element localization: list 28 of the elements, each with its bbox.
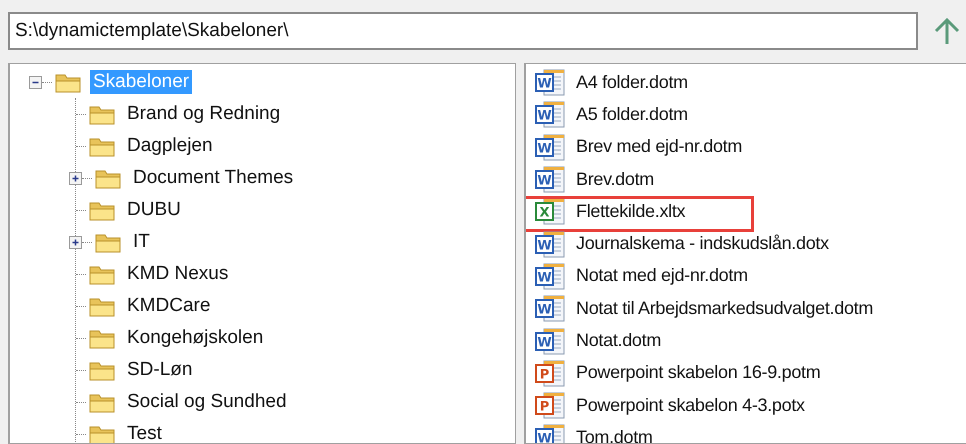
tree-item[interactable]: SD-Løn	[124, 358, 196, 382]
file-name[interactable]: Powerpoint skabelon 4-3.potx	[576, 394, 805, 416]
tree-item[interactable]: KMD Nexus	[124, 262, 232, 286]
tree-item[interactable]: DUBU	[124, 198, 184, 222]
file-name[interactable]: Brev.dotm	[576, 168, 654, 190]
collapse-icon[interactable]	[29, 76, 42, 88]
file-name[interactable]: Journalskema - indskudslån.dotx	[576, 233, 829, 254]
tree-item[interactable]: Dagplejen	[124, 134, 216, 158]
file-name[interactable]: Brev med ejd-nr.dotm	[576, 136, 742, 158]
expand-icon[interactable]	[69, 172, 82, 184]
tree-item[interactable]: Test	[124, 422, 165, 443]
file-name[interactable]: Powerpoint skabelon 16-9.potm	[576, 362, 820, 384]
tree-item[interactable]: Document Themes	[130, 166, 296, 190]
path-field[interactable]: S:\dynamictemplate\Skabeloner\	[8, 12, 918, 50]
tree-item[interactable]: IT	[130, 230, 153, 254]
file-name[interactable]: Notat med ejd-nr.dotm	[576, 265, 748, 286]
tree-item[interactable]: KMDCare	[124, 294, 214, 318]
expand-icon[interactable]	[69, 236, 82, 248]
tree-item[interactable]: Brand og Redning	[124, 102, 284, 126]
up-arrow-icon[interactable]	[934, 17, 960, 45]
tree-item[interactable]: Kongehøjskolen	[124, 326, 266, 350]
tree-item[interactable]: Social og Sundhed	[124, 390, 290, 414]
file-name[interactable]: Flettekilde.xltx	[576, 200, 686, 222]
file-name[interactable]: A5 folder.dotm	[576, 104, 688, 125]
file-name[interactable]: A4 folder.dotm	[576, 72, 688, 93]
file-name[interactable]: Notat til Arbejdsmarkedsudvalget.dotm	[576, 298, 874, 319]
file-name[interactable]: Notat.dotm	[576, 330, 662, 352]
file-name[interactable]: Tom.dotm	[576, 426, 653, 443]
